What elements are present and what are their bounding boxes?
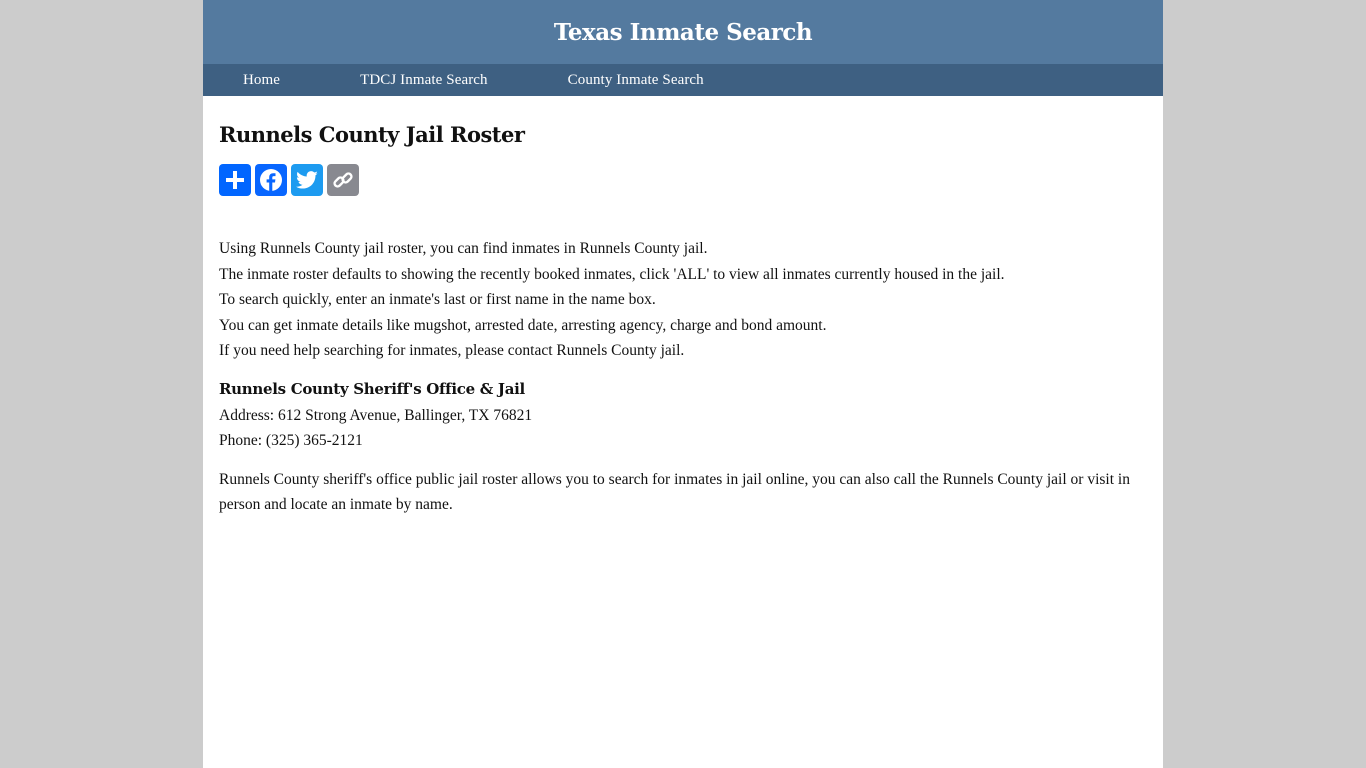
copy-link-icon [333, 172, 353, 188]
nav-county-inmate-search[interactable]: County Inmate Search [568, 72, 704, 89]
facebook-share-button[interactable] [255, 164, 287, 196]
nav-tdcj-inmate-search[interactable]: TDCJ Inmate Search [360, 72, 488, 89]
intro-text: Using Runnels County jail roster, you ca… [219, 236, 1147, 364]
site-header: Texas Inmate Search [203, 0, 1163, 64]
main-content: Runnels County Jail Roster Using Runnels… [203, 122, 1163, 518]
intro-line: If you need help searching for inmates, … [219, 342, 685, 360]
outro-paragraph: Runnels County sheriff's office public j… [219, 470, 1130, 514]
main-nav: Home TDCJ Inmate Search County Inmate Se… [203, 64, 1163, 96]
nav-home[interactable]: Home [243, 72, 280, 89]
twitter-icon [295, 171, 318, 189]
facebook-icon [260, 169, 282, 191]
twitter-share-button[interactable] [291, 164, 323, 196]
intro-line: Using Runnels County jail roster, you ca… [219, 240, 708, 257]
share-buttons [219, 164, 1147, 196]
outro-text: Runnels County sheriff's office public j… [219, 467, 1149, 518]
page-title: Runnels County Jail Roster [219, 122, 525, 147]
copy-link-button[interactable] [327, 164, 359, 196]
intro-line: The inmate roster defaults to showing th… [219, 265, 1005, 283]
page-container: Texas Inmate Search Home TDCJ Inmate Sea… [203, 0, 1163, 768]
office-phone: Phone: (325) 365-2121 [219, 432, 363, 450]
office-address: Address: 612 Strong Avenue, Ballinger, T… [219, 406, 533, 424]
plus-share-icon [226, 171, 244, 189]
share-button[interactable] [219, 164, 251, 196]
intro-line: You can get inmate details like mugshot,… [219, 316, 827, 334]
office-info: Runnels County Sheriff's Office & Jail A… [219, 377, 1147, 454]
site-title[interactable]: Texas Inmate Search [554, 19, 813, 46]
intro-line: To search quickly, enter an inmate's las… [219, 291, 656, 309]
office-name: Runnels County Sheriff's Office & Jail [219, 379, 525, 398]
